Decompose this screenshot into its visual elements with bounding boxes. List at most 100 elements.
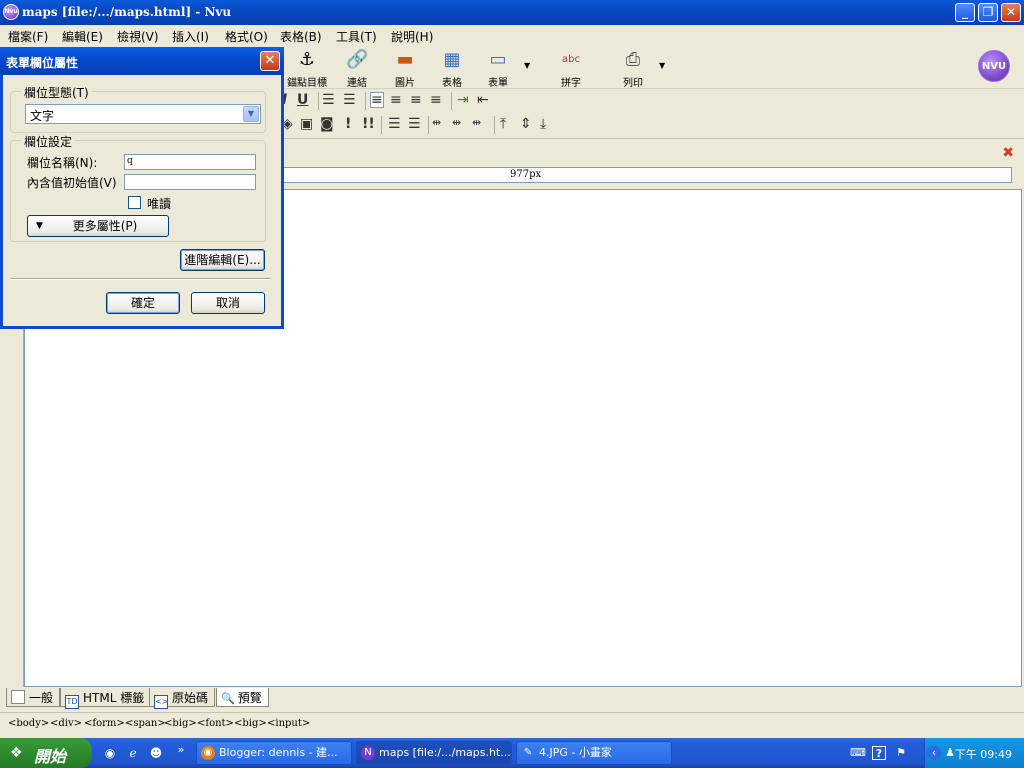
menu-table[interactable]: 表格(B)	[280, 28, 322, 45]
clock: 下午 09:49	[954, 748, 1012, 761]
keyboard-icon[interactable]: ⌨	[850, 746, 866, 760]
quicklaunch-ie-icon[interactable]: ℯ	[125, 745, 141, 761]
toolbar-separator	[494, 116, 495, 134]
restore-button[interactable]: ❐	[978, 3, 998, 22]
move-top-icon[interactable]: ⤒	[500, 116, 506, 132]
toolbar-separator	[318, 92, 319, 110]
align-left-icon[interactable]: ≡	[370, 92, 384, 108]
image-button[interactable]: ▬ 圖片	[380, 47, 430, 89]
nvu-logo: NVU	[978, 50, 1010, 82]
tab-source[interactable]: <> 原始碼	[149, 688, 216, 709]
system-tray: ‹ ♟ 下午 09:49	[924, 738, 1024, 768]
bullet-list-icon[interactable]: ☰	[343, 92, 356, 108]
print-icon: ⎙	[625, 49, 641, 70]
numbered-list-icon[interactable]: ☰	[322, 92, 335, 108]
more-properties-button[interactable]: ▼ 更多屬性(P)	[27, 215, 169, 237]
menu-insert[interactable]: 插入(I)	[172, 28, 209, 45]
cancel-button[interactable]: 取消	[191, 292, 265, 314]
tab-normal[interactable]: 一般	[6, 688, 61, 707]
windows-logo-icon: ❖	[10, 745, 23, 761]
dialog-close-button[interactable]: ✕	[260, 51, 280, 71]
outdent-icon[interactable]: ⇤	[477, 92, 489, 108]
task-paint[interactable]: ✎ 4.JPG - 小畫家	[516, 741, 672, 765]
toolbar-separator	[365, 92, 366, 110]
dialog-title-bar: 表單欄位屬性 ✕	[0, 47, 284, 75]
fit-width-icon[interactable]: ⇹	[452, 116, 461, 129]
status-tag-body[interactable]: <body>	[8, 718, 49, 729]
spellcheck-icon: abc	[562, 54, 580, 65]
justify-icon[interactable]: ≡	[430, 92, 442, 108]
menu-edit[interactable]: 編輯(E)	[62, 28, 103, 45]
initial-value-input[interactable]	[124, 174, 256, 190]
form-dropdown-arrow-icon[interactable]: ▼	[524, 61, 530, 70]
field-name-input[interactable]: q	[124, 154, 256, 170]
align-right-icon[interactable]: ≡	[410, 92, 422, 108]
task-nvu-maps[interactable]: N maps [file:/.../maps.ht...	[356, 741, 512, 765]
tray-expand-icon[interactable]: ‹	[927, 746, 941, 760]
preview-icon: 🔍	[221, 692, 235, 705]
nvu-app-icon[interactable]: Nvu	[3, 4, 19, 20]
form-field-properties-dialog: 表單欄位屬性 ✕ 欄位型態(T) 文字 ▼ 欄位設定 欄位名稱(N): q 內含…	[0, 47, 284, 329]
align-top-icon[interactable]: ☰	[388, 116, 401, 132]
shrink-width-icon[interactable]: ⇹	[432, 116, 441, 129]
table-button[interactable]: ▦ 表格	[427, 47, 477, 89]
menu-file[interactable]: 檔案(F)	[8, 28, 48, 45]
nvu-icon: N	[361, 746, 375, 760]
layer-icon[interactable]: ▣	[300, 116, 313, 132]
link-button[interactable]: 🔗 連結	[332, 47, 382, 89]
indent-icon[interactable]: ⇥	[457, 92, 469, 108]
close-tab-icon[interactable]: ✖	[1002, 145, 1014, 161]
quicklaunch-messenger-icon[interactable]: ☻	[148, 745, 164, 761]
align-center-icon[interactable]: ≡	[390, 92, 402, 108]
start-button[interactable]: ❖ 開始	[0, 738, 92, 768]
edit-mode-tabs: 一般 TD HTML 標籤 <> 原始碼 🔍 預覽	[0, 687, 1024, 709]
important-icon[interactable]: !	[345, 116, 351, 132]
taskbar: ❖ 開始 ◉ ℯ ☻ » ◉ Blogger: dennis - 建... N …	[0, 738, 1024, 768]
status-tag-form[interactable]: <form>	[84, 718, 125, 729]
form-button[interactable]: ▭ 表單	[473, 47, 523, 89]
align-bottom-icon[interactable]: ☰	[408, 116, 421, 132]
move-middle-icon[interactable]: ⇕	[520, 116, 532, 132]
menu-help[interactable]: 說明(H)	[391, 28, 433, 45]
task-firefox-blogger[interactable]: ◉ Blogger: dennis - 建...	[196, 741, 352, 765]
quicklaunch-more-icon[interactable]: »	[173, 742, 189, 758]
tab-preview[interactable]: 🔍 預覽	[216, 688, 269, 707]
quicklaunch-firefox-icon[interactable]: ◉	[102, 745, 118, 761]
ok-button[interactable]: 確定	[106, 292, 180, 314]
spell-button[interactable]: abc 拼字	[546, 47, 596, 89]
readonly-checkbox[interactable]	[128, 196, 141, 209]
very-important-icon[interactable]: !!	[362, 116, 375, 132]
expand-width-icon[interactable]: ⇹	[472, 116, 481, 129]
network-icon[interactable]: ⚑	[894, 746, 908, 760]
print-button[interactable]: ⎙ 列印	[608, 47, 658, 89]
menu-format[interactable]: 格式(O)	[225, 28, 268, 45]
help-icon[interactable]: ?	[872, 746, 886, 760]
menu-tools[interactable]: 工具(T)	[336, 28, 377, 45]
status-tag-big[interactable]: <big>	[234, 718, 267, 729]
move-bottom-icon[interactable]: ⤓	[540, 116, 546, 132]
status-tag-font[interactable]: <font>	[197, 718, 234, 729]
status-tag-big[interactable]: <big>	[164, 718, 197, 729]
layer-position-icon[interactable]: ◙	[320, 116, 334, 132]
field-type-select[interactable]: 文字 ▼	[25, 104, 261, 124]
tab-html-tags[interactable]: TD HTML 標籤	[60, 688, 152, 709]
underline-icon[interactable]: U	[297, 92, 308, 108]
status-bar: <body> <div> <form> <span> <big> <font> …	[0, 712, 1024, 736]
form-icon: ▭	[489, 49, 507, 70]
minimize-button[interactable]: _	[955, 3, 975, 22]
toolbar-separator	[381, 116, 382, 134]
table-icon: ▦	[443, 49, 461, 70]
html-tag-icon: TD	[65, 695, 79, 709]
source-icon: <>	[154, 695, 168, 709]
firefox-icon: ◉	[201, 746, 215, 760]
status-tag-div[interactable]: <div>	[50, 718, 82, 729]
status-tag-span[interactable]: <span>	[125, 718, 166, 729]
print-dropdown-arrow-icon[interactable]: ▼	[659, 61, 665, 70]
menu-view[interactable]: 檢視(V)	[117, 28, 159, 45]
status-tag-input[interactable]: <input>	[267, 718, 310, 729]
advanced-edit-button[interactable]: 進階編輯(E)...	[180, 249, 265, 271]
anchor-button[interactable]: ⚓ 錨點目標	[282, 47, 332, 89]
paint-icon: ✎	[523, 747, 533, 758]
close-button[interactable]: ✕	[1001, 3, 1021, 22]
ruler-width-label: 977px	[510, 169, 542, 180]
